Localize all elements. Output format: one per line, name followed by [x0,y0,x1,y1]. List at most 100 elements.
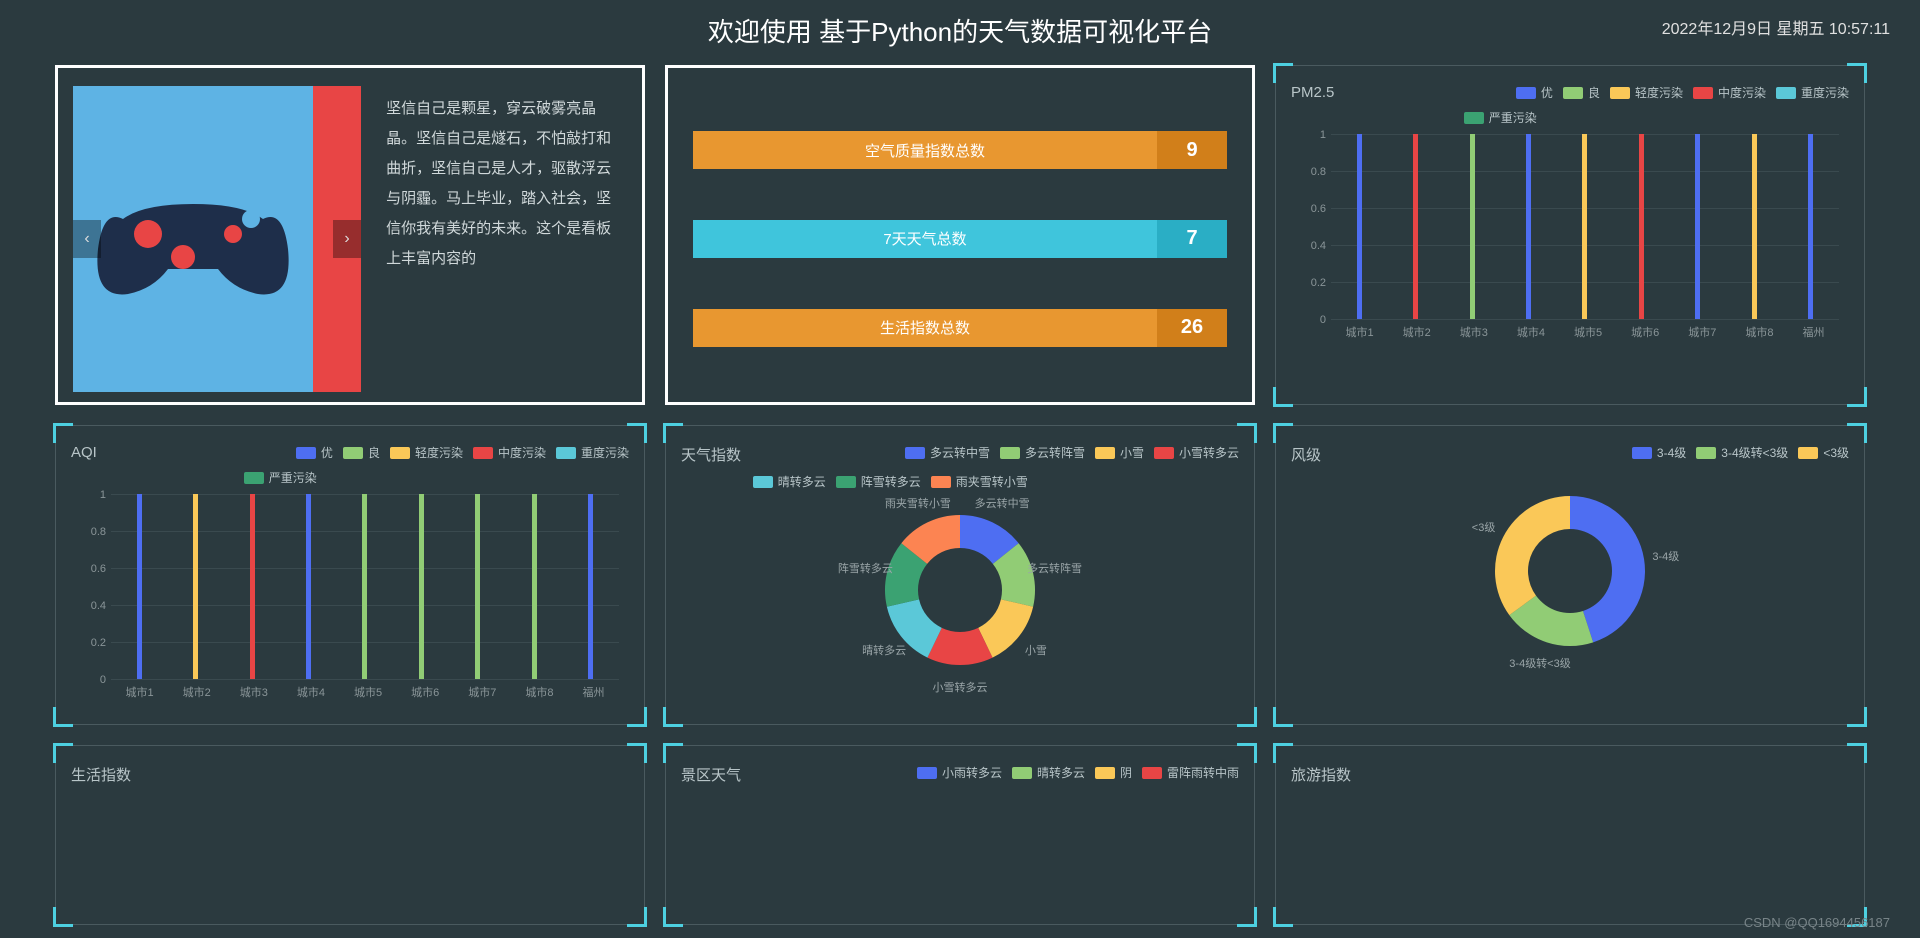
bar[interactable] [1357,134,1362,319]
legend-item[interactable]: 3-4级转<3级 [1696,444,1788,461]
pie-label: 阵雪转多云 [838,560,893,576]
chart-title: 生活指数 [71,764,131,785]
stat-label: 生活指数总数 [693,309,1157,347]
legend-item[interactable]: 良 [343,444,380,461]
legend-item[interactable]: 小雪转多云 [1154,444,1239,461]
chart-title: 景区天气 [681,764,741,785]
chart-title: PM2.5 [1291,84,1334,101]
x-tick: 城市7 [468,684,496,704]
pie-label: 晴转多云 [862,642,906,658]
chart-title: 天气指数 [681,444,741,465]
bar[interactable] [1470,134,1475,319]
x-tick: 城市5 [354,684,382,704]
life-index-panel: 生活指数 [55,745,645,925]
bar[interactable] [1413,134,1418,319]
aqi-panel: AQI 优良轻度污染中度污染重度污染严重污染 00.20.40.60.81城市1… [55,425,645,725]
bar[interactable] [1526,134,1531,319]
x-tick: 城市1 [126,684,154,704]
chart-title: 旅游指数 [1291,764,1351,785]
legend-item[interactable]: 多云转阵雪 [1000,444,1085,461]
legend-item[interactable]: 轻度污染 [1610,84,1683,101]
x-tick: 城市2 [183,684,211,704]
legend-item[interactable]: 阴 [1095,764,1132,781]
stat-label: 空气质量指数总数 [693,131,1157,169]
scenic-weather-panel: 景区天气 小雨转多云晴转多云阴雷阵雨转中雨 [665,745,1255,925]
legend-item[interactable]: 多云转中雪 [905,444,990,461]
stat-value: 9 [1157,131,1227,169]
x-tick: 城市3 [1460,324,1488,344]
stats-panel: 空气质量指数总数9 7天天气总数7 生活指数总数26 [665,65,1255,405]
bar[interactable] [1582,134,1587,319]
chart-title: AQI [71,444,97,461]
pm25-panel: PM2.5 优良轻度污染中度污染重度污染严重污染 00.20.40.60.81城… [1275,65,1865,405]
bar[interactable] [475,494,480,679]
legend-item[interactable]: 轻度污染 [390,444,463,461]
weather-index-panel: 天气指数 多云转中雪多云转阵雪小雪小雪转多云晴转多云阵雪转多云雨夹雪转小雪 多云… [665,425,1255,725]
x-tick: 城市8 [525,684,553,704]
legend-item[interactable]: 优 [1516,84,1553,101]
pie-label: 多云转中雪 [975,495,1030,511]
carousel-prev-button[interactable]: ‹ [73,220,101,258]
pie-label: <3级 [1472,519,1496,535]
legend-item[interactable]: 严重污染 [244,469,317,486]
legend-item[interactable]: <3级 [1798,444,1849,461]
legend-item[interactable]: 晴转多云 [1012,764,1085,781]
x-tick: 城市1 [1346,324,1374,344]
legend-item[interactable]: 优 [296,444,333,461]
legend-item[interactable]: 严重污染 [1464,109,1537,126]
legend-item[interactable]: 重度污染 [1776,84,1849,101]
controller-icon [73,139,313,339]
legend-item[interactable]: 中度污染 [473,444,546,461]
bar[interactable] [137,494,142,679]
x-tick: 城市4 [297,684,325,704]
x-tick: 福州 [583,684,605,704]
bar[interactable] [532,494,537,679]
x-tick: 城市7 [1688,324,1716,344]
bar[interactable] [193,494,198,679]
bar[interactable] [1695,134,1700,319]
pie-label: 雨夹雪转小雪 [885,495,951,511]
pie-label: 3-4级 [1652,548,1679,564]
x-tick: 城市6 [411,684,439,704]
bar[interactable] [588,494,593,679]
page-title: 欢迎使用 基于Python的天气数据可视化平台 [0,12,1920,49]
travel-index-panel: 旅游指数 [1275,745,1865,925]
carousel-next-button[interactable]: › [333,220,361,258]
bar[interactable] [1808,134,1813,319]
legend-item[interactable]: 中度污染 [1693,84,1766,101]
x-tick: 城市3 [240,684,268,704]
bar[interactable] [1752,134,1757,319]
bar[interactable] [1639,134,1644,319]
legend-item[interactable]: 小雨转多云 [917,764,1002,781]
carousel-panel: ‹ › 坚信自己是颗星，穿云破雾亮晶晶。坚信自己是燧石，不怕敲打和曲折，坚信自己… [55,65,645,405]
carousel-image: ‹ › [73,86,361,392]
aqi-chart[interactable]: 00.20.40.60.81城市1城市2城市3城市4城市5城市6城市7城市8福州 [71,494,629,704]
stat-value: 7 [1157,220,1227,258]
legend-item[interactable]: 雨夹雪转小雪 [931,473,1028,490]
bar[interactable] [250,494,255,679]
legend-item[interactable]: 小雪 [1095,444,1144,461]
wind-level-chart[interactable]: 3-4级 3-4级转<3级 <3级 [1291,471,1849,671]
pm25-chart[interactable]: 00.20.40.60.81城市1城市2城市3城市4城市5城市6城市7城市8福州 [1291,134,1849,344]
stat-row: 空气质量指数总数9 [693,131,1227,169]
weather-index-chart[interactable]: 多云转中雪多云转阵雪小雪小雪转多云晴转多云阵雪转多云雨夹雪转小雪 [681,490,1239,690]
stat-row: 7天天气总数7 [693,220,1227,258]
bar[interactable] [306,494,311,679]
bar[interactable] [419,494,424,679]
pie-label: 3-4级转<3级 [1509,655,1570,671]
legend-item[interactable]: 良 [1563,84,1600,101]
stat-row: 生活指数总数26 [693,309,1227,347]
legend-item[interactable]: 重度污染 [556,444,629,461]
x-tick: 城市5 [1574,324,1602,344]
x-tick: 城市8 [1745,324,1773,344]
x-tick: 城市6 [1631,324,1659,344]
pie-slice[interactable] [1495,496,1570,615]
legend-item[interactable]: 雷阵雨转中雨 [1142,764,1239,781]
legend-item[interactable]: 晴转多云 [753,473,826,490]
bar[interactable] [362,494,367,679]
legend-item[interactable]: 阵雪转多云 [836,473,921,490]
chart-title: 风级 [1291,444,1321,465]
legend-item[interactable]: 3-4级 [1632,444,1686,461]
wind-level-panel: 风级 3-4级 3-4级转<3级 <3级 3-4级 3-4级转<3级 <3级 [1275,425,1865,725]
stat-label: 7天天气总数 [693,220,1157,258]
